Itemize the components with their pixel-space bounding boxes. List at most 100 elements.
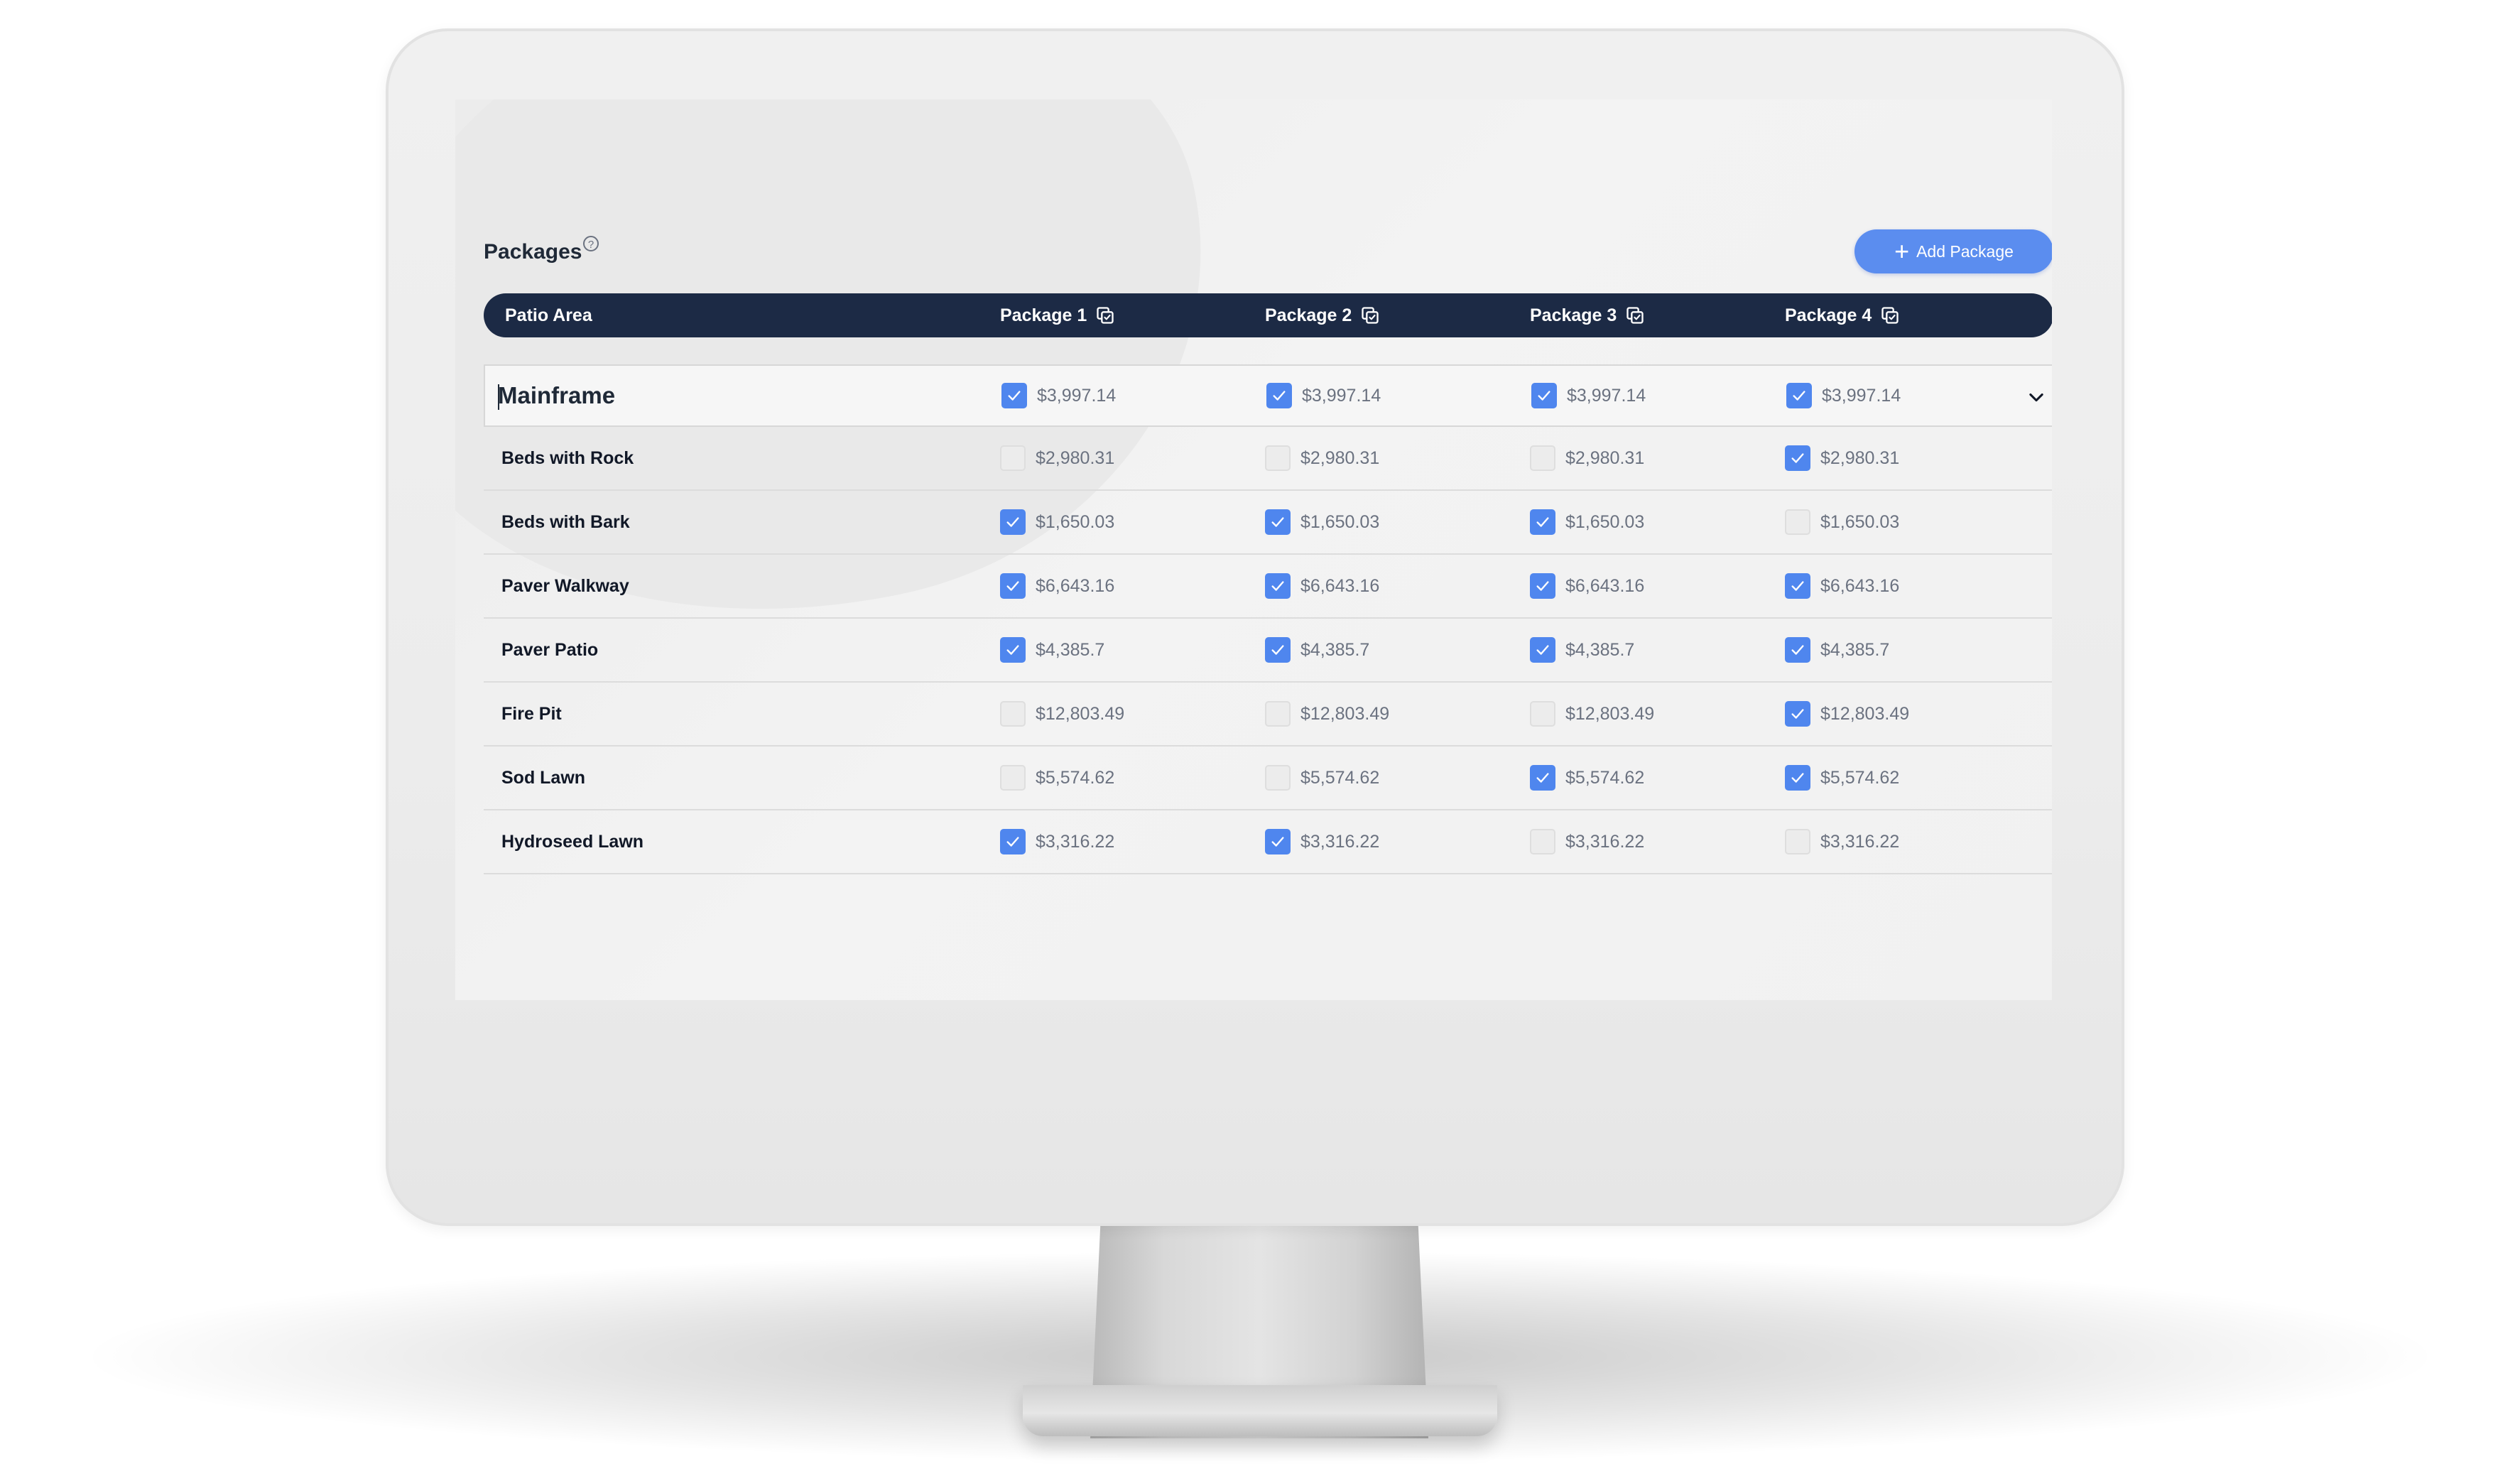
row-label: Beds with Bark [501,511,630,532]
row-label: Paver Walkway [501,575,629,596]
package-3-checkbox[interactable] [1530,765,1555,791]
table-header: Patio Area Package 1 Package 2 Package 3… [484,293,2052,337]
price-value: $6,643.16 [1820,575,1900,596]
monitor-screen: Packages ? + Add Package Patio Area Pack… [455,99,2052,1000]
header-package-3: Package 3 [1530,293,1645,337]
package-4-checkbox[interactable] [1785,445,1810,471]
package-2-cell: $2,980.31 [1265,427,1379,489]
price-value: $12,803.49 [1036,703,1125,724]
package-1-checkbox[interactable] [1000,445,1026,471]
package-4-checkbox[interactable] [1785,509,1810,535]
price-value: $1,650.03 [1565,511,1645,532]
help-icon[interactable]: ? [583,236,599,251]
package-2-checkbox[interactable] [1265,509,1291,535]
package-4-cell: $1,650.03 [1785,491,1899,553]
page-title: Packages [484,240,582,264]
package-3-checkbox[interactable] [1530,445,1555,471]
package-1-cell: $6,643.16 [1000,555,1114,617]
price-value: $5,574.62 [1820,767,1900,788]
price-value: $12,803.49 [1565,703,1655,724]
price-value: $2,980.31 [1565,447,1645,468]
price-value: $3,997.14 [1302,385,1381,406]
package-3-checkbox[interactable] [1530,637,1555,663]
package-3-cell: $5,574.62 [1530,747,1644,809]
package-1-checkbox[interactable] [1000,765,1026,791]
package-3-checkbox[interactable] [1530,829,1555,854]
row-label: Sod Lawn [501,767,586,788]
package-1-cell: $12,803.49 [1000,683,1124,745]
package-3-checkbox[interactable] [1530,509,1555,535]
price-value: $3,997.14 [1567,385,1646,406]
table-row: Sod Lawn $5,574.62 $5,574.62 $5,574.62 $5,57… [484,747,2052,810]
package-1-cell: $3,997.14 [1001,366,1116,425]
price-value: $3,316.22 [1300,831,1380,852]
package-2-cell: $4,385.7 [1265,619,1369,681]
copy-icon[interactable] [1625,305,1645,325]
package-4-checkbox[interactable] [1786,383,1812,408]
price-value: $4,385.7 [1565,639,1635,660]
group-row-mainframe[interactable]: Mainframe $3,997.14 $3,997.14 $3,997.14 $3,… [484,364,2052,427]
package-4-cell: $6,643.16 [1785,555,1899,617]
package-4-checkbox[interactable] [1785,637,1810,663]
row-label: Fire Pit [501,703,562,724]
package-3-checkbox[interactable] [1531,383,1557,408]
package-4-checkbox[interactable] [1785,829,1810,854]
copy-icon[interactable] [1360,305,1380,325]
package-2-cell: $1,650.03 [1265,491,1379,553]
copy-icon[interactable] [1880,305,1900,325]
header-package-1: Package 1 [1000,293,1115,337]
price-value: $3,997.14 [1037,385,1117,406]
package-1-checkbox[interactable] [1000,637,1026,663]
table-row: Paver Patio $4,385.7 $4,385.7 $4,385.7 $4,38… [484,619,2052,683]
package-2-checkbox[interactable] [1265,445,1291,471]
chevron-down-icon[interactable] [2026,387,2046,407]
price-value: $3,316.22 [1565,831,1645,852]
row-label: Beds with Rock [501,447,634,468]
plus-icon: + [1894,237,1910,266]
package-3-cell: $12,803.49 [1530,683,1654,745]
add-package-button[interactable]: + Add Package [1854,229,2052,273]
package-4-cell: $3,997.14 [1786,366,1901,425]
package-4-cell: $3,316.22 [1785,810,1899,873]
package-2-checkbox[interactable] [1265,765,1291,791]
header-package-2: Package 2 [1265,293,1380,337]
package-3-cell: $4,385.7 [1530,619,1634,681]
package-2-checkbox[interactable] [1265,637,1291,663]
package-2-cell: $12,803.49 [1265,683,1389,745]
package-2-checkbox[interactable] [1265,701,1291,727]
add-package-label: Add Package [1916,242,2014,261]
package-4-checkbox[interactable] [1785,573,1810,599]
package-4-checkbox[interactable] [1785,765,1810,791]
package-3-checkbox[interactable] [1530,701,1555,727]
package-2-checkbox[interactable] [1265,573,1291,599]
package-1-checkbox[interactable] [1000,701,1026,727]
header-package-4: Package 4 [1785,293,1900,337]
monitor-stand-base [1023,1385,1497,1436]
package-4-cell: $12,803.49 [1785,683,1909,745]
package-1-cell: $4,385.7 [1000,619,1104,681]
price-value: $12,803.49 [1300,703,1390,724]
group-label: Mainframe [498,382,616,408]
package-1-checkbox[interactable] [1001,383,1027,408]
price-value: $6,643.16 [1565,575,1645,596]
price-value: $1,650.03 [1036,511,1115,532]
price-value: $2,980.31 [1036,447,1115,468]
price-value: $3,316.22 [1036,831,1115,852]
package-3-cell: $3,997.14 [1531,366,1646,425]
price-value: $5,574.62 [1036,767,1115,788]
copy-icon[interactable] [1095,305,1115,325]
package-4-checkbox[interactable] [1785,701,1810,727]
package-1-checkbox[interactable] [1000,829,1026,854]
price-value: $12,803.49 [1820,703,1910,724]
package-2-checkbox[interactable] [1265,829,1291,854]
package-3-checkbox[interactable] [1530,573,1555,599]
price-value: $5,574.62 [1565,767,1645,788]
price-value: $5,574.62 [1300,767,1380,788]
package-1-checkbox[interactable] [1000,573,1026,599]
price-value: $4,385.7 [1036,639,1105,660]
package-3-cell: $3,316.22 [1530,810,1644,873]
row-label: Hydroseed Lawn [501,831,644,852]
package-2-checkbox[interactable] [1266,383,1292,408]
header-patio-area: Patio Area [505,305,592,325]
package-1-checkbox[interactable] [1000,509,1026,535]
